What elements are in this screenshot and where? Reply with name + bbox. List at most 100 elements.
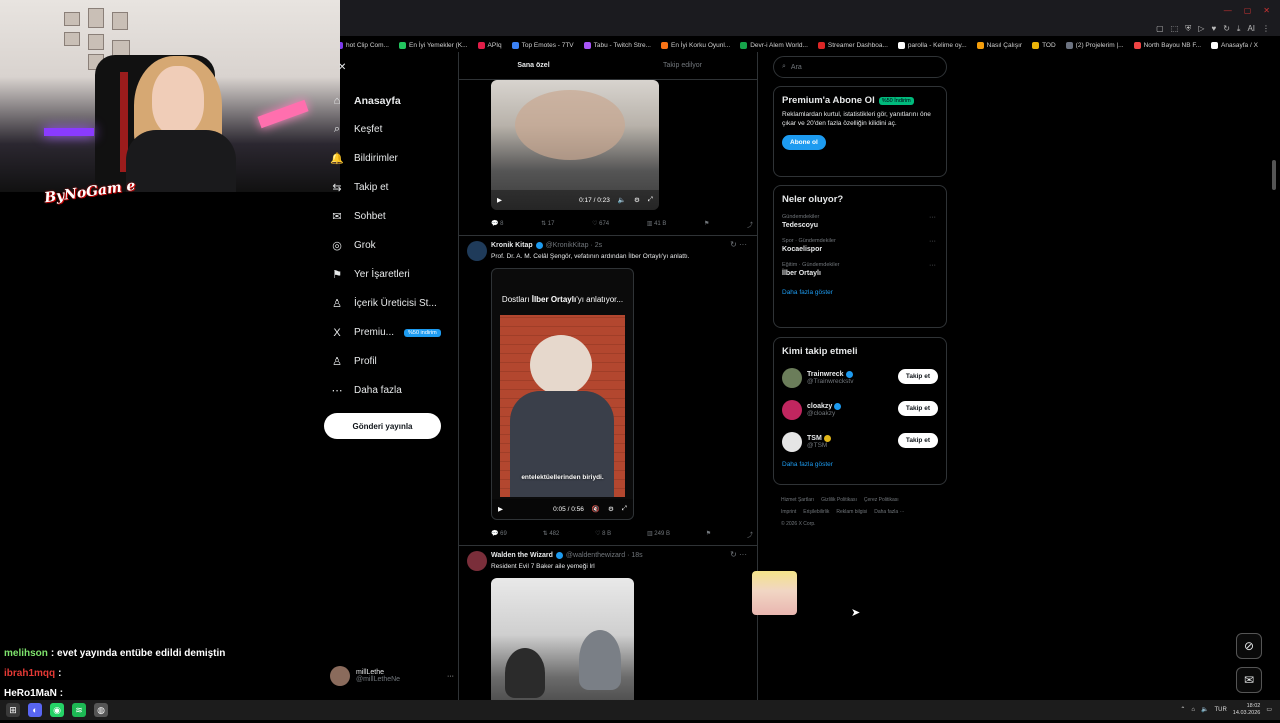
sidebar-item-follow[interactable]: ⇆ Takip et [330, 173, 455, 202]
sidebar-item-notifications[interactable]: 🔔 Bildirimler [330, 144, 455, 173]
extension-icon[interactable]: ▢ [1156, 24, 1164, 34]
suggestion-name[interactable]: cloakzy [807, 403, 832, 410]
tweet-video[interactable]: Dostları İlber Ortaylı'yı anlatıyor... e… [491, 268, 634, 520]
heart-icon[interactable]: ♥ [1211, 24, 1216, 34]
follow-button[interactable]: Takip et [897, 369, 938, 384]
fullscreen-icon[interactable]: ⤢ [648, 196, 653, 204]
sidebar-item-more[interactable]: ⋯ Daha fazla [330, 376, 455, 405]
volume-icon[interactable]: 🔈 [618, 196, 626, 204]
bookmark-item[interactable]: Top Emotes - 7TV [511, 41, 574, 49]
settings-icon[interactable]: ⚙ [634, 196, 640, 204]
sidebar-item-home[interactable]: ⌂ Anasayfa [330, 86, 455, 115]
show-more-follow-link[interactable]: Daha fazla göster [782, 461, 938, 468]
mute-icon[interactable]: 🔇 [592, 505, 600, 513]
close-icon[interactable]: ✕ [1263, 6, 1270, 15]
refresh-icon[interactable]: ↻ [1223, 24, 1230, 34]
chevron-up-icon[interactable]: ⌃ [1180, 706, 1185, 713]
tweet-video[interactable]: ▶ 0:17 / 0:23 🔈 ⚙ ⤢ [491, 80, 659, 210]
messages-icon[interactable]: ✉ [1236, 667, 1262, 693]
window-controls[interactable]: — ▢ ✕ [1224, 6, 1270, 15]
author-name[interactable]: Kronik Kitap [491, 242, 533, 249]
avatar[interactable] [782, 432, 802, 452]
whatsapp-icon[interactable]: ◉ [50, 703, 64, 717]
views-count[interactable]: ▥ 249 B [647, 530, 670, 539]
account-switcher[interactable]: millLethe @millLetheNe ··· [330, 666, 454, 686]
search-input[interactable]: ⌕ Ara [773, 56, 947, 78]
show-more-trends-link[interactable]: Daha fazla göster [782, 289, 938, 296]
repost-button[interactable]: ⇅ 17 [541, 220, 554, 229]
trend-item[interactable]: Eğitim · Gündemdekiler İlber Ortaylı ··· [782, 262, 938, 277]
scrollbar[interactable] [1272, 160, 1276, 190]
sidebar-item-grok[interactable]: ◎ Grok [330, 231, 455, 260]
trend-item[interactable]: Gündemdekiler Tedescoyu ··· [782, 214, 938, 229]
language-indicator[interactable]: TUR [1214, 707, 1226, 713]
bookmark-item[interactable]: Anasayfa / X [1211, 41, 1258, 49]
chat-username[interactable]: HeRo1MaN [4, 688, 57, 699]
play-icon[interactable]: ▶ [498, 505, 503, 513]
footer-link[interactable]: Daha fazla ··· [874, 509, 904, 515]
more-icon[interactable]: ↻ ··· [730, 550, 747, 559]
minimize-icon[interactable]: — [1224, 6, 1232, 15]
play-icon[interactable]: ▷ [1198, 24, 1204, 34]
follow-button[interactable]: Takip et [897, 433, 938, 448]
subscribe-button[interactable]: Abone ol [782, 134, 826, 150]
network-icon[interactable]: ⌂ [1191, 707, 1195, 713]
footer-link[interactable]: Gizlilik Politikası [821, 497, 857, 503]
more-icon[interactable]: ↻ ··· [730, 240, 747, 249]
bookmark-item[interactable]: parolla - Kelime oy... [897, 41, 967, 49]
bookmark-item[interactable]: Nasıl Çalışır [976, 41, 1022, 49]
more-icon[interactable]: ··· [447, 673, 454, 680]
like-button[interactable]: ♡ 674 [592, 220, 609, 229]
tab-for-you[interactable]: Sana özel [459, 52, 608, 79]
discord-icon[interactable]: ◐ [28, 703, 42, 717]
ai-button[interactable]: AI [1247, 24, 1255, 34]
follow-suggestion[interactable]: cloakzy @cloakzy Takip et [782, 399, 938, 421]
bookmark-item[interactable]: Streamer Dashboa... [817, 41, 888, 49]
bookmark-item[interactable]: hot Clip Com... [336, 41, 389, 49]
sidebar-item-chat[interactable]: ✉ Sohbet [330, 202, 455, 231]
post-button[interactable]: Gönderi yayınla [324, 413, 441, 439]
x-logo-icon[interactable]: ✕ [338, 62, 346, 73]
avatar[interactable] [782, 368, 802, 388]
spotify-icon[interactable]: ≋ [72, 703, 86, 717]
avatar[interactable] [467, 241, 487, 261]
share-icon[interactable]: ⤴ [747, 220, 753, 229]
avatar[interactable] [782, 400, 802, 420]
clock[interactable]: 18:02 14.03.2026 [1233, 703, 1261, 716]
follow-button[interactable]: Takip et [897, 401, 938, 416]
bookmark-icon[interactable]: ⚑ [704, 220, 709, 229]
suggestion-name[interactable]: Trainwreck [807, 371, 844, 378]
avatar[interactable] [467, 551, 487, 571]
repost-button[interactable]: ⇅ 482 [543, 530, 560, 539]
like-button[interactable]: ♡ 8 B [595, 530, 611, 539]
screenshot-icon[interactable]: ⬚ [1171, 24, 1179, 34]
settings-icon[interactable]: ⚙ [608, 505, 614, 513]
share-icon[interactable]: ⤴ [747, 530, 753, 539]
obs-icon[interactable]: ◍ [94, 703, 108, 717]
more-icon[interactable]: ··· [929, 214, 936, 221]
author-handle[interactable]: @waldenthewizard · 18s [566, 552, 643, 559]
tweet-image[interactable] [491, 578, 634, 720]
views-count[interactable]: ▥ 41 B [647, 220, 667, 229]
footer-link[interactable]: Çerez Politikası [864, 497, 899, 503]
reply-button[interactable]: 💬 8 [491, 220, 503, 229]
suggestion-name[interactable]: TSM [807, 435, 822, 442]
author-name[interactable]: Walden the Wizard [491, 552, 553, 559]
bookmark-item[interactable]: En İyi Korku Oyunl... [660, 41, 730, 49]
footer-link[interactable]: Hizmet Şartları [781, 497, 814, 503]
footer-link[interactable]: Erişilebilirlik [803, 509, 829, 515]
bookmark-icon[interactable]: ⚑ [706, 530, 711, 539]
reply-button[interactable]: 💬 69 [491, 530, 507, 539]
sidebar-item-bookmarks[interactable]: ⚑ Yer İşaretleri [330, 260, 455, 289]
windows-start-icon[interactable]: ⊞ [6, 703, 20, 717]
grok-icon[interactable]: ⊘ [1236, 633, 1262, 659]
maximize-icon[interactable]: ▢ [1244, 6, 1252, 15]
download-icon[interactable]: ⤓ [1237, 24, 1241, 34]
volume-icon[interactable]: 🔈 [1201, 706, 1208, 713]
fullscreen-icon[interactable]: ⤢ [622, 505, 627, 513]
author-handle[interactable]: @KronikKitap · 2s [546, 242, 603, 249]
footer-link[interactable]: Reklam bilgisi [836, 509, 867, 515]
sidebar-item-profile[interactable]: ♙ Profil [330, 347, 455, 376]
bookmark-item[interactable]: APIq [477, 41, 502, 49]
follow-suggestion[interactable]: Trainwreck @Trainwreckstv Takip et [782, 367, 938, 389]
